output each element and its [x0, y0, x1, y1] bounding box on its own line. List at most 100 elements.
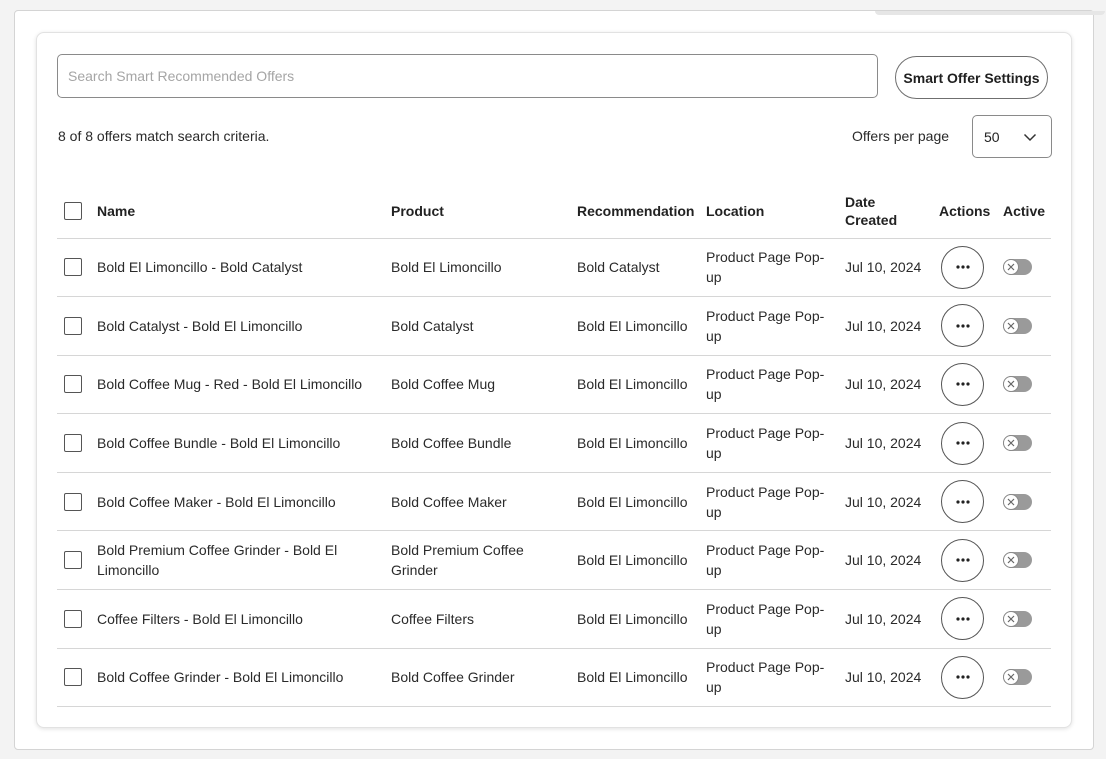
row-active-toggle[interactable] [1003, 259, 1032, 276]
smart-offer-settings-button[interactable]: Smart Offer Settings [895, 56, 1048, 99]
row-actions-button[interactable] [941, 597, 984, 641]
row-recommendation: Bold El Limoncillo [577, 530, 706, 591]
match-count-text: 8 of 8 offers match search criteria. [58, 128, 270, 144]
row-checkbox[interactable] [64, 551, 82, 570]
top-strip [875, 11, 1105, 15]
row-location: Product Page Pop-up [706, 355, 845, 415]
row-location: Product Page Pop-up [706, 530, 845, 591]
row-location: Product Page Pop-up [706, 296, 845, 356]
row-product: Bold Coffee Maker [391, 472, 577, 532]
row-actions-button[interactable] [941, 245, 984, 289]
table-header-row: Name Product Recommendation Location Dat… [57, 184, 1051, 239]
row-product: Bold Coffee Bundle [391, 413, 577, 473]
row-checkbox[interactable] [64, 375, 82, 394]
x-icon [1007, 263, 1015, 271]
header-recommendation[interactable]: Recommendation [577, 184, 706, 239]
row-recommendation: Bold El Limoncillo [577, 413, 706, 473]
header-name[interactable]: Name [97, 184, 391, 239]
more-horizontal-icon [955, 382, 970, 387]
header-location[interactable]: Location [706, 184, 845, 239]
row-date-created: Jul 10, 2024 [845, 648, 939, 708]
x-icon [1007, 556, 1015, 564]
more-horizontal-icon [955, 324, 970, 328]
row-checkbox[interactable] [64, 316, 82, 335]
offers-per-page-select[interactable]: 50 [972, 115, 1052, 158]
select-all-checkbox[interactable] [64, 201, 82, 220]
row-actions-button[interactable] [941, 480, 984, 524]
row-name: Bold Coffee Mug - Red - Bold El Limoncil… [97, 355, 391, 415]
x-icon [1007, 674, 1015, 681]
row-date-created: Jul 10, 2024 [845, 355, 939, 415]
toggle-knob [1003, 493, 1019, 510]
row-date-created: Jul 10, 2024 [845, 530, 939, 591]
row-checkbox[interactable] [64, 492, 82, 511]
row-recommendation: Bold El Limoncillo [577, 296, 706, 356]
row-recommendation: Bold El Limoncillo [577, 589, 706, 649]
table-row: Bold El Limoncillo - Bold Catalyst Bold … [57, 238, 1051, 298]
row-actions-button[interactable] [941, 421, 984, 465]
table-row: Bold Coffee Grinder - Bold El Limoncillo… [57, 648, 1051, 708]
row-checkbox[interactable] [64, 434, 82, 453]
toggle-knob [1003, 435, 1019, 452]
row-name: Bold Premium Coffee Grinder - Bold El Li… [97, 530, 391, 591]
header-actions: Actions [939, 184, 1003, 239]
row-actions-button[interactable] [941, 362, 984, 406]
row-location: Product Page Pop-up [706, 238, 845, 298]
row-location: Product Page Pop-up [706, 413, 845, 473]
search-input[interactable] [57, 54, 878, 98]
row-date-created: Jul 10, 2024 [845, 589, 939, 649]
row-active-toggle[interactable] [1003, 376, 1032, 393]
row-name: Coffee Filters - Bold El Limoncillo [97, 589, 391, 649]
row-checkbox[interactable] [64, 258, 82, 277]
row-active-toggle[interactable] [1003, 493, 1032, 510]
row-product: Coffee Filters [391, 589, 577, 649]
toggle-knob [1003, 552, 1019, 569]
table-row: Coffee Filters - Bold El Limoncillo Coff… [57, 589, 1051, 649]
row-active-toggle[interactable] [1003, 317, 1032, 334]
row-date-created: Jul 10, 2024 [845, 472, 939, 532]
row-active-toggle[interactable] [1003, 435, 1032, 452]
row-date-created: Jul 10, 2024 [845, 238, 939, 298]
toggle-knob [1003, 376, 1019, 393]
row-checkbox[interactable] [64, 609, 82, 628]
row-active-toggle[interactable] [1003, 610, 1032, 627]
row-recommendation: Bold El Limoncillo [577, 355, 706, 415]
table-row: Bold Coffee Bundle - Bold El Limoncillo … [57, 413, 1051, 473]
row-active-toggle[interactable] [1003, 552, 1032, 569]
header-active: Active [1003, 184, 1051, 239]
offers-per-page-value: 50 [984, 129, 1000, 145]
more-horizontal-icon [955, 617, 970, 621]
header-select-all-cell [57, 184, 97, 239]
more-horizontal-icon [955, 500, 970, 504]
x-icon [1007, 615, 1015, 623]
row-recommendation: Bold Catalyst [577, 238, 706, 298]
row-name: Bold Coffee Bundle - Bold El Limoncillo [97, 413, 391, 473]
header-product[interactable]: Product [391, 184, 577, 239]
x-icon [1007, 439, 1015, 447]
more-horizontal-icon [955, 265, 970, 269]
row-product: Bold El Limoncillo [391, 238, 577, 298]
row-product: Bold Coffee Grinder [391, 648, 577, 708]
row-product: Bold Catalyst [391, 296, 577, 356]
page-panel: Smart Offer Settings 8 of 8 offers match… [14, 10, 1105, 750]
row-active-toggle[interactable] [1003, 669, 1032, 686]
table-row: Bold Catalyst - Bold El Limoncillo Bold … [57, 296, 1051, 356]
x-icon [1007, 381, 1015, 388]
table-row: Bold Premium Coffee Grinder - Bold El Li… [57, 530, 1051, 591]
more-horizontal-icon [955, 558, 970, 562]
header-date-created[interactable]: Date Created [845, 184, 939, 239]
row-actions-button[interactable] [941, 538, 984, 582]
toggle-knob [1003, 610, 1019, 627]
toggle-knob [1003, 669, 1019, 686]
row-product: Bold Premium Coffee Grinder [391, 530, 577, 591]
row-actions-button[interactable] [941, 655, 984, 699]
chevron-down-icon [1023, 133, 1037, 142]
offers-table: Name Product Recommendation Location Dat… [57, 184, 1051, 708]
toggle-knob [1003, 317, 1019, 334]
offers-card: Smart Offer Settings 8 of 8 offers match… [36, 32, 1072, 728]
row-name: Bold El Limoncillo - Bold Catalyst [97, 238, 391, 298]
row-checkbox[interactable] [64, 668, 82, 687]
row-actions-button[interactable] [941, 304, 984, 348]
row-date-created: Jul 10, 2024 [845, 413, 939, 473]
more-horizontal-icon [955, 675, 970, 680]
